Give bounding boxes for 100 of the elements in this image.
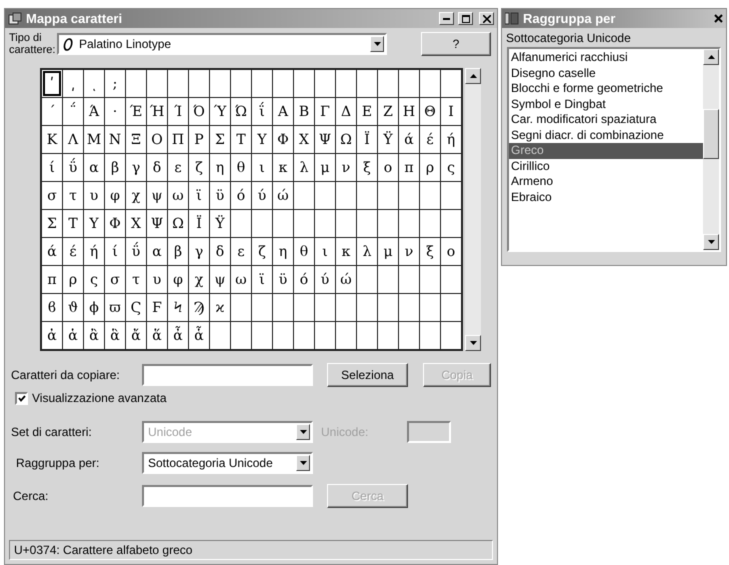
- character-cell[interactable]: π: [42, 266, 62, 293]
- list-item[interactable]: Armeno: [509, 174, 703, 190]
- character-cell[interactable]: ϐ: [42, 294, 62, 321]
- character-cell[interactable]: ρ: [63, 266, 83, 293]
- character-cell[interactable]: γ: [126, 154, 146, 181]
- character-cell[interactable]: κ: [336, 238, 356, 265]
- character-cell[interactable]: Ό: [189, 98, 209, 125]
- character-cell[interactable]: Ί: [168, 98, 188, 125]
- character-cell[interactable]: ϰ: [210, 294, 230, 321]
- character-cell[interactable]: χ: [189, 266, 209, 293]
- character-cell[interactable]: π: [399, 154, 419, 181]
- character-cell[interactable]: ϑ: [63, 294, 83, 321]
- character-cell[interactable]: υ: [147, 266, 167, 293]
- character-cell[interactable]: φ: [105, 182, 125, 209]
- character-cell[interactable]: ο: [378, 154, 398, 181]
- character-cell[interactable]: Ϊ: [357, 126, 377, 153]
- character-cell[interactable]: ξ: [420, 238, 440, 265]
- character-cell[interactable]: Ϛ: [126, 294, 146, 321]
- select-button[interactable]: Seleziona: [327, 363, 408, 387]
- character-cell[interactable]: λ: [294, 154, 314, 181]
- character-cell[interactable]: σ: [42, 182, 62, 209]
- character-cell[interactable]: μ: [378, 238, 398, 265]
- character-cell[interactable]: η: [210, 154, 230, 181]
- character-cell[interactable]: ν: [399, 238, 419, 265]
- character-cell[interactable]: ἂ: [84, 322, 104, 349]
- character-cell[interactable]: Ϝ: [147, 294, 167, 321]
- scrollbar[interactable]: [465, 68, 481, 351]
- character-cell[interactable]: Α: [273, 98, 293, 125]
- character-cell[interactable]: Τ: [63, 210, 83, 237]
- list-item[interactable]: Blocchi e forme geometriche: [509, 81, 703, 96]
- character-cell[interactable]: Δ: [336, 98, 356, 125]
- character-cell[interactable]: Ψ: [147, 210, 167, 237]
- character-cell[interactable]: Ξ: [126, 126, 146, 153]
- character-cell[interactable]: ε: [168, 154, 188, 181]
- list-item[interactable]: Segni diacr. di combinazione: [509, 128, 703, 143]
- character-cell[interactable]: ϖ: [105, 294, 125, 321]
- character-cell[interactable]: ἆ: [168, 322, 188, 349]
- character-cell[interactable]: ψ: [210, 266, 230, 293]
- character-cell[interactable]: ύ: [315, 266, 335, 293]
- character-cell[interactable]: Χ: [294, 126, 314, 153]
- maximize-button[interactable]: [458, 12, 473, 25]
- character-cell[interactable]: β: [105, 154, 125, 181]
- list-item[interactable]: Cirillico: [509, 158, 703, 174]
- character-cell[interactable]: β: [168, 238, 188, 265]
- character-cell[interactable]: ω: [231, 266, 251, 293]
- character-cell[interactable]: ϊ: [189, 182, 209, 209]
- character-cell[interactable]: ί: [105, 238, 125, 265]
- scrollbar-thumb[interactable]: [703, 109, 719, 159]
- character-cell[interactable]: έ: [63, 238, 83, 265]
- character-cell[interactable]: ἁ: [63, 322, 83, 349]
- character-cell[interactable]: μ: [315, 154, 335, 181]
- character-cell[interactable]: ά: [399, 126, 419, 153]
- character-cell[interactable]: ο: [441, 238, 461, 265]
- help-button[interactable]: ?: [421, 32, 491, 56]
- character-cell[interactable]: ξ: [357, 154, 377, 181]
- close-icon[interactable]: [714, 14, 723, 23]
- character-cell[interactable]: Σ: [210, 126, 230, 153]
- character-cell[interactable]: ή: [441, 126, 461, 153]
- character-cell[interactable]: Ο: [147, 126, 167, 153]
- character-cell[interactable]: Η: [399, 98, 419, 125]
- character-cell[interactable]: σ: [105, 266, 125, 293]
- character-cell[interactable]: έ: [420, 126, 440, 153]
- character-cell[interactable]: ν: [336, 154, 356, 181]
- character-cell[interactable]: Ζ: [378, 98, 398, 125]
- list-item[interactable]: Car. modificatori spaziatura: [509, 112, 703, 128]
- character-cell[interactable]: Β: [294, 98, 314, 125]
- scroll-up-button[interactable]: [465, 68, 481, 84]
- character-cell[interactable]: ϊ: [252, 266, 272, 293]
- character-cell[interactable]: Ν: [105, 126, 125, 153]
- character-cell[interactable]: τ: [126, 266, 146, 293]
- character-cell[interactable]: ϋ: [210, 182, 230, 209]
- character-cell[interactable]: ΄: [42, 98, 62, 125]
- character-cell[interactable]: Σ: [42, 210, 62, 237]
- character-cell[interactable]: ἀ: [42, 322, 62, 349]
- character-cell[interactable]: Ϋ: [210, 210, 230, 237]
- character-cell[interactable]: ι: [315, 238, 335, 265]
- character-cell[interactable]: Υ: [252, 126, 272, 153]
- character-cell[interactable]: ά: [42, 238, 62, 265]
- character-cell[interactable]: θ: [294, 238, 314, 265]
- character-cell[interactable]: ἅ: [147, 322, 167, 349]
- character-cell[interactable]: ε: [231, 238, 251, 265]
- character-cell[interactable]: ϕ: [84, 294, 104, 321]
- character-cell[interactable]: ζ: [252, 238, 272, 265]
- character-cell[interactable]: λ: [357, 238, 377, 265]
- character-cell[interactable]: Τ: [231, 126, 251, 153]
- character-cell[interactable]: Ύ: [210, 98, 230, 125]
- copy-field[interactable]: [142, 364, 313, 386]
- character-cell[interactable]: Χ: [126, 210, 146, 237]
- character-cell[interactable]: ι: [252, 154, 272, 181]
- character-cell[interactable]: Υ: [84, 210, 104, 237]
- character-cell[interactable]: ΐ: [252, 98, 272, 125]
- character-cell[interactable]: τ: [63, 182, 83, 209]
- list-item[interactable]: Disegno caselle: [509, 66, 703, 81]
- character-cell[interactable]: υ: [84, 182, 104, 209]
- character-cell[interactable]: Φ: [273, 126, 293, 153]
- character-cell[interactable]: Ώ: [231, 98, 251, 125]
- character-cell[interactable]: ί: [42, 154, 62, 181]
- list-item[interactable]: Alfanumerici racchiusi: [509, 50, 703, 66]
- minimize-button[interactable]: [439, 12, 454, 25]
- character-cell[interactable]: ΅: [63, 98, 83, 125]
